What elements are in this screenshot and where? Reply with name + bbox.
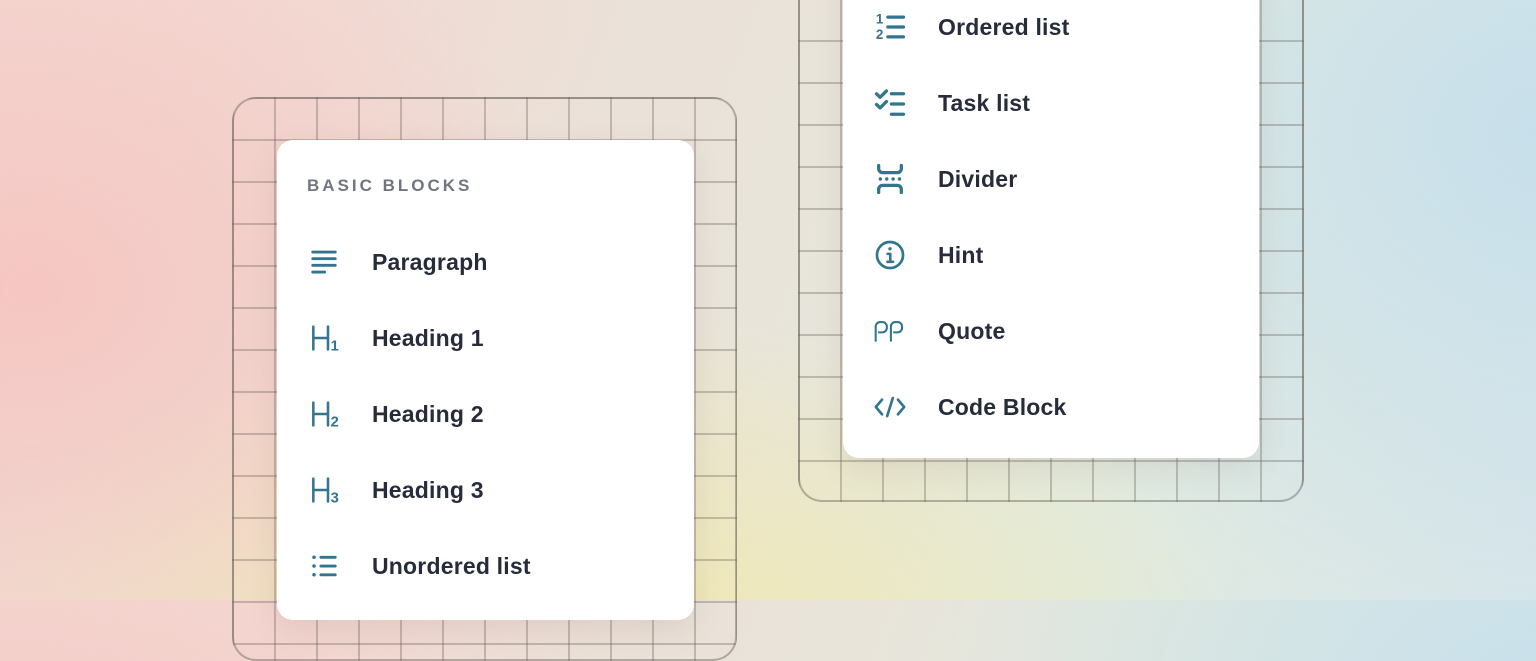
quote-icon <box>873 314 907 348</box>
menu-item-hint[interactable]: Hint <box>843 217 1259 293</box>
unordered-list-icon <box>307 549 341 583</box>
menu-item-label: Paragraph <box>372 249 488 276</box>
menu-item-task-list[interactable]: Task list <box>843 65 1259 141</box>
task-list-icon <box>873 86 907 120</box>
svg-text:1: 1 <box>331 339 339 354</box>
section-label: BASIC BLOCKS <box>307 176 694 196</box>
menu-item-label: Divider <box>938 166 1017 193</box>
menu-item-label: Heading 1 <box>372 325 484 352</box>
code-block-icon <box>873 390 907 424</box>
menu-item-label: Task list <box>938 90 1030 117</box>
menu-item-ordered-list[interactable]: 1 2 Ordered list <box>843 0 1259 65</box>
basic-blocks-menu-panel: BASIC BLOCKS Paragraph 1 Heading 1 2 Hea… <box>277 140 694 620</box>
heading-1-icon: 1 <box>307 321 341 355</box>
divider-icon <box>873 162 907 196</box>
menu-item-unordered-list[interactable]: Unordered list <box>277 528 694 604</box>
menu-item-label: Heading 2 <box>372 401 484 428</box>
paragraph-icon <box>307 245 341 279</box>
menu-item-heading-3[interactable]: 3 Heading 3 <box>277 452 694 528</box>
hint-icon <box>873 238 907 272</box>
svg-text:3: 3 <box>331 491 339 506</box>
svg-text:2: 2 <box>331 415 339 430</box>
svg-text:2: 2 <box>876 27 883 42</box>
more-blocks-menu-list: 1 2 Ordered list Task list Divider Hint <box>843 0 1259 445</box>
svg-text:1: 1 <box>876 11 884 26</box>
menu-item-paragraph[interactable]: Paragraph <box>277 224 694 300</box>
menu-item-heading-1[interactable]: 1 Heading 1 <box>277 300 694 376</box>
menu-item-heading-2[interactable]: 2 Heading 2 <box>277 376 694 452</box>
menu-item-divider[interactable]: Divider <box>843 141 1259 217</box>
menu-item-label: Unordered list <box>372 553 531 580</box>
ordered-list-icon: 1 2 <box>873 10 907 44</box>
heading-3-icon: 3 <box>307 473 341 507</box>
menu-item-code-block[interactable]: Code Block <box>843 369 1259 445</box>
menu-item-label: Quote <box>938 318 1005 345</box>
heading-2-icon: 2 <box>307 397 341 431</box>
more-blocks-menu-panel: 1 2 Ordered list Task list Divider Hint <box>843 0 1259 458</box>
menu-item-label: Hint <box>938 242 984 269</box>
menu-item-label: Code Block <box>938 394 1067 421</box>
basic-blocks-menu-list: Paragraph 1 Heading 1 2 Heading 2 3 Head… <box>277 224 694 604</box>
menu-item-quote[interactable]: Quote <box>843 293 1259 369</box>
menu-item-label: Heading 3 <box>372 477 484 504</box>
menu-item-label: Ordered list <box>938 14 1070 41</box>
